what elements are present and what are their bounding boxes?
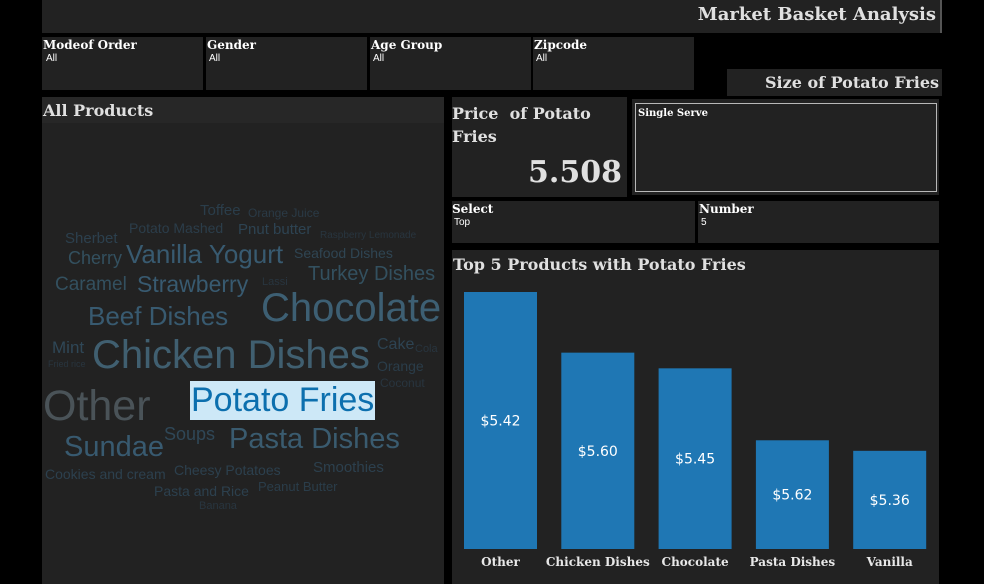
word-coconut[interactable]: Coconut <box>380 377 425 389</box>
filter-value[interactable]: All <box>536 53 547 65</box>
word-pnut-butter[interactable]: Pnut butter <box>238 222 311 237</box>
x-tick-label: Vanilla <box>866 555 913 569</box>
word-caramel[interactable]: Caramel <box>55 275 127 294</box>
word-cola[interactable]: Cola <box>415 344 438 355</box>
word-cloud: Toffee Orange Juice Potato Mashed Pnut b… <box>42 97 444 584</box>
x-tick-label: Chocolate <box>662 555 729 569</box>
bar-data-label: $5.60 <box>578 444 618 460</box>
word-pasta-and-rice[interactable]: Pasta and Rice <box>154 484 249 498</box>
bar-data-label: $5.42 <box>480 414 520 430</box>
price-title: Price of Potato Fries <box>452 104 597 146</box>
word-soups[interactable]: Soups <box>164 425 215 443</box>
word-strawberry[interactable]: Strawberry <box>137 273 248 296</box>
word-vanilla-yogurt[interactable]: Vanilla Yogurt <box>126 241 283 267</box>
word-cookies-and-cream[interactable]: Cookies and cream <box>45 467 166 481</box>
size-title: Size of Potato Fries <box>764 73 939 92</box>
number-value[interactable]: 5 <box>701 217 707 229</box>
filter-gender[interactable]: Gender All <box>206 37 367 90</box>
word-sherbet[interactable]: Sherbet <box>65 231 118 246</box>
word-chocolate[interactable]: Chocolate <box>261 288 441 328</box>
filter-label: Gender <box>207 38 256 52</box>
word-toffee[interactable]: Toffee <box>200 203 241 218</box>
word-cheesy-potatoes[interactable]: Cheesy Potatoes <box>174 463 281 477</box>
word-smoothies[interactable]: Smoothies <box>313 460 384 475</box>
word-fried-rice[interactable]: Fried rice <box>48 360 86 369</box>
x-tick-label: Pasta Dishes <box>750 555 836 569</box>
page-title: Market Basket Analysis <box>697 4 936 25</box>
bar-chart: $5.42 Other $5.60 Chicken Dishes $5.45 Chocol… <box>464 292 927 569</box>
size-header: Size of Potato Fries <box>727 69 942 96</box>
filter-label: Age Group <box>371 38 443 52</box>
all-products-panel: All Products Toffee Orange Juice Potato … <box>42 97 444 584</box>
filter-label: Modeof Order <box>43 38 137 52</box>
x-tick-label: Other <box>481 555 520 569</box>
select-label: Select <box>452 202 494 216</box>
title-bar: Market Basket Analysis <box>42 0 942 33</box>
word-cake[interactable]: Cake <box>377 337 414 353</box>
bar-data-label: $5.36 <box>870 493 910 509</box>
filter-label: Zipcode <box>534 38 588 52</box>
word-peanut-butter[interactable]: Peanut Butter <box>258 480 338 493</box>
price-value: 5.508 <box>528 155 622 190</box>
number-label: Number <box>699 202 754 216</box>
filter-zipcode[interactable]: Zipcode All <box>533 37 694 90</box>
word-raspberry-lemonade[interactable]: Raspberry Lemonade <box>320 231 416 241</box>
word-sundae[interactable]: Sundae <box>64 433 164 462</box>
bar-data-label: $5.62 <box>772 488 812 504</box>
filter-mode-of-order[interactable]: Modeof Order All <box>42 37 203 90</box>
filter-value[interactable]: All <box>373 53 384 65</box>
word-banana[interactable]: Banana <box>199 501 237 512</box>
word-pasta-dishes[interactable]: Pasta Dishes <box>229 425 400 454</box>
word-seafood-dishes[interactable]: Seafood Dishes <box>294 246 393 260</box>
word-beef-dishes[interactable]: Beef Dishes <box>88 303 228 329</box>
filter-value[interactable]: All <box>209 53 220 65</box>
select-control[interactable]: Select Top <box>452 201 695 243</box>
x-tick-label: Chicken Dishes <box>546 555 650 569</box>
word-orange-juice[interactable]: Orange Juice <box>248 207 319 219</box>
size-panel: Single Serve <box>632 99 939 195</box>
size-option-label: Single Serve <box>638 108 708 119</box>
word-orange[interactable]: Orange <box>377 359 424 373</box>
word-cherry[interactable]: Cherry <box>68 249 122 267</box>
word-chicken-dishes[interactable]: Chicken Dishes <box>92 335 370 375</box>
size-option-single-serve[interactable]: Single Serve <box>635 103 937 192</box>
word-potato-mashed[interactable]: Potato Mashed <box>129 221 223 235</box>
number-control[interactable]: Number 5 <box>698 201 939 243</box>
filter-age-group[interactable]: Age Group All <box>370 37 531 90</box>
word-potato-fries[interactable]: Potato Fries <box>190 381 376 420</box>
bar-data-label: $5.45 <box>675 452 715 468</box>
word-turkey-dishes[interactable]: Turkey Dishes <box>308 264 435 284</box>
word-mint[interactable]: Mint <box>52 339 84 356</box>
word-other[interactable]: Other <box>43 385 151 428</box>
filter-value[interactable]: All <box>46 53 57 65</box>
price-panel: Price of Potato Fries 5.508 <box>452 97 627 197</box>
select-value[interactable]: Top <box>454 217 470 229</box>
chart-panel: Top 5 Products with Potato Fries $5.42 Ot… <box>452 250 939 584</box>
